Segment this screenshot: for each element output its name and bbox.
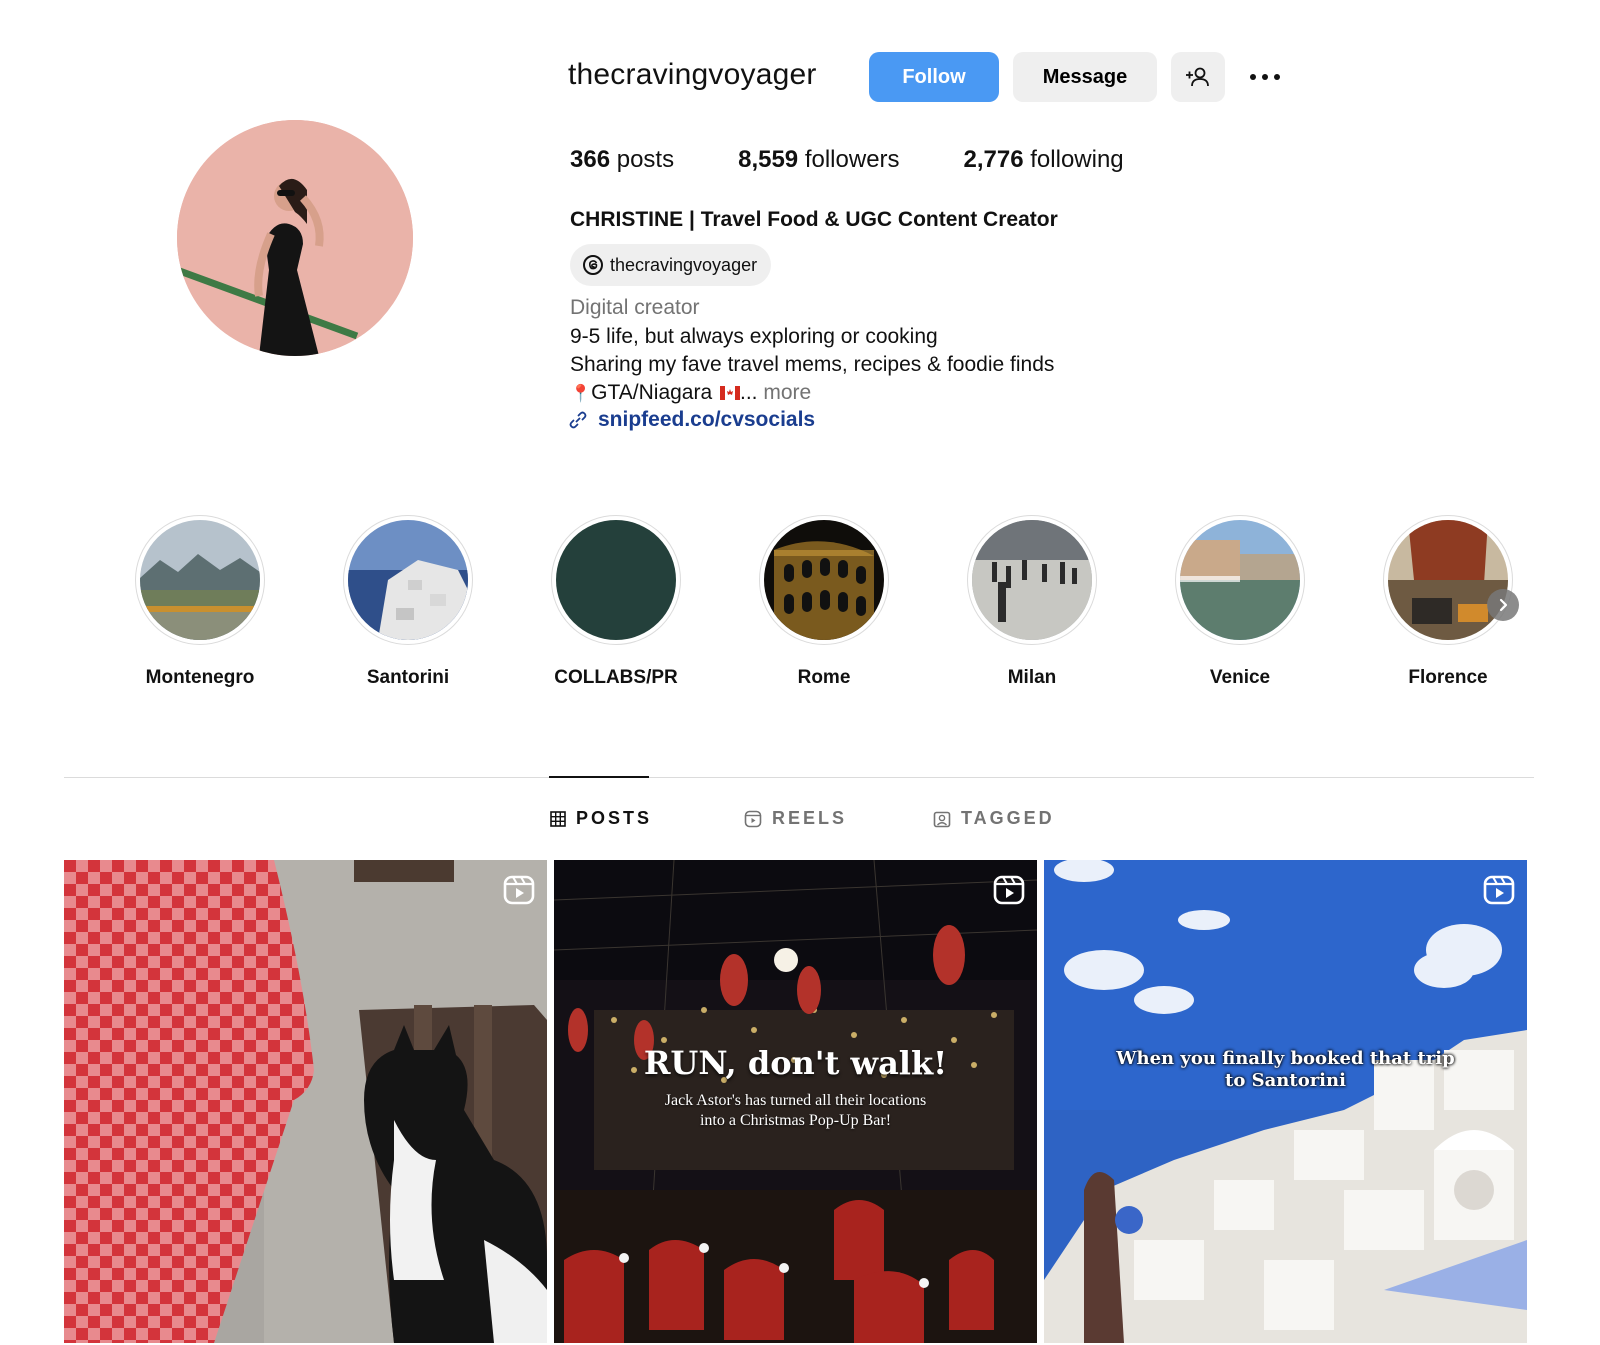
avatar-image: [177, 120, 413, 356]
followers-count[interactable]: 8,559 followers: [738, 146, 899, 174]
highlight-cover: [1180, 520, 1300, 640]
grid-icon: [550, 810, 566, 827]
highlight-cover: [140, 520, 260, 640]
canada-flag-icon: [720, 386, 741, 401]
pin-icon: 📍: [570, 384, 592, 403]
link-icon: [569, 411, 587, 429]
highlight-cover: [972, 520, 1092, 640]
highlight-milan[interactable]: Milan: [952, 515, 1112, 689]
more-icon: [1250, 74, 1256, 80]
highlight-rome[interactable]: Rome: [744, 515, 904, 689]
post-overlay-line2: to Santorini: [1225, 1070, 1346, 1091]
highlight-label: Milan: [1007, 667, 1057, 688]
profile-avatar[interactable]: [177, 120, 413, 356]
highlight-collabs[interactable]: COLLABS/PR: [536, 515, 696, 689]
posts-count: 366 posts: [570, 146, 675, 173]
follow-button[interactable]: Follow: [869, 52, 999, 102]
post-tile[interactable]: [64, 860, 547, 1343]
tab-reels[interactable]: REELS: [744, 808, 847, 829]
tagged-icon: [933, 811, 951, 827]
highlight-cover: [556, 520, 676, 640]
highlight-label: Montenegro: [145, 667, 255, 688]
highlight-montenegro[interactable]: Montenegro: [120, 515, 280, 689]
post-tile[interactable]: RUN, don't walk! Jack Astor's has turned…: [554, 860, 1037, 1343]
add-user-icon: [1186, 67, 1209, 87]
active-tab-indicator: [549, 776, 649, 778]
bio-more-link[interactable]: more: [763, 381, 811, 404]
highlight-label: Santorini: [366, 667, 450, 688]
message-button[interactable]: Message: [1013, 52, 1157, 102]
highlight-label: Rome: [797, 667, 851, 688]
reel-badge-icon: [993, 875, 1025, 905]
highlight-label: Florence: [1408, 667, 1488, 688]
profile-username: thecravingvoyager: [568, 58, 817, 91]
post-overlay-line1: When you finally booked that trip: [1116, 1048, 1455, 1069]
highlight-label: Venice: [1209, 667, 1271, 688]
reel-badge-icon: [503, 875, 535, 905]
post-image: [1044, 860, 1527, 1343]
threads-profile-link[interactable]: thecravingvoyager: [570, 244, 772, 286]
bio-line-2: Sharing my fave travel mems, recipes & f…: [570, 353, 1055, 376]
highlight-label: COLLABS/PR: [554, 667, 678, 688]
profile-full-name: CHRISTINE | Travel Food & UGC Content Cr…: [570, 208, 1058, 231]
highlight-venice[interactable]: Venice: [1160, 515, 1320, 689]
post-overlay-title: RUN, don't walk!: [643, 1044, 948, 1082]
post-overlay-line2: into a Christmas Pop-Up Bar!: [699, 1112, 892, 1129]
chevron-right-icon: [1499, 598, 1508, 612]
external-link[interactable]: snipfeed.co/cvsocials: [568, 408, 815, 432]
more-options-button[interactable]: [1245, 60, 1285, 94]
suggested-users-button[interactable]: [1171, 52, 1225, 102]
reels-icon: [744, 810, 762, 827]
highlight-santorini[interactable]: Santorini: [328, 515, 488, 689]
bio-line-1: 9-5 life, but always exploring or cookin…: [570, 325, 938, 348]
highlight-cover: [764, 520, 884, 640]
post-image: [64, 860, 547, 1343]
tab-tagged[interactable]: TAGGED: [933, 808, 1055, 829]
highlight-cover: [1388, 520, 1508, 640]
reel-badge-icon: [1483, 875, 1515, 905]
threads-handle: thecravingvoyager: [610, 254, 758, 275]
tabs-divider: [64, 777, 1534, 778]
highlights-next-button[interactable]: [1487, 589, 1519, 621]
threads-icon: [583, 255, 603, 275]
bio-line-3: 📍GTA/Niagara ... more: [570, 381, 812, 404]
post-overlay-line1: Jack Astor's has turned all their locati…: [664, 1092, 927, 1109]
profile-stats: 366 posts 8,559 followers 2,776 followin…: [570, 146, 1188, 174]
following-count[interactable]: 2,776 following: [964, 146, 1124, 174]
post-tile[interactable]: When you finally booked that trip to San…: [1044, 860, 1527, 1343]
highlight-cover: [348, 520, 468, 640]
external-link-text: snipfeed.co/cvsocials: [598, 408, 816, 431]
tab-posts[interactable]: POSTS: [550, 808, 652, 829]
profile-category: Digital creator: [570, 296, 700, 319]
